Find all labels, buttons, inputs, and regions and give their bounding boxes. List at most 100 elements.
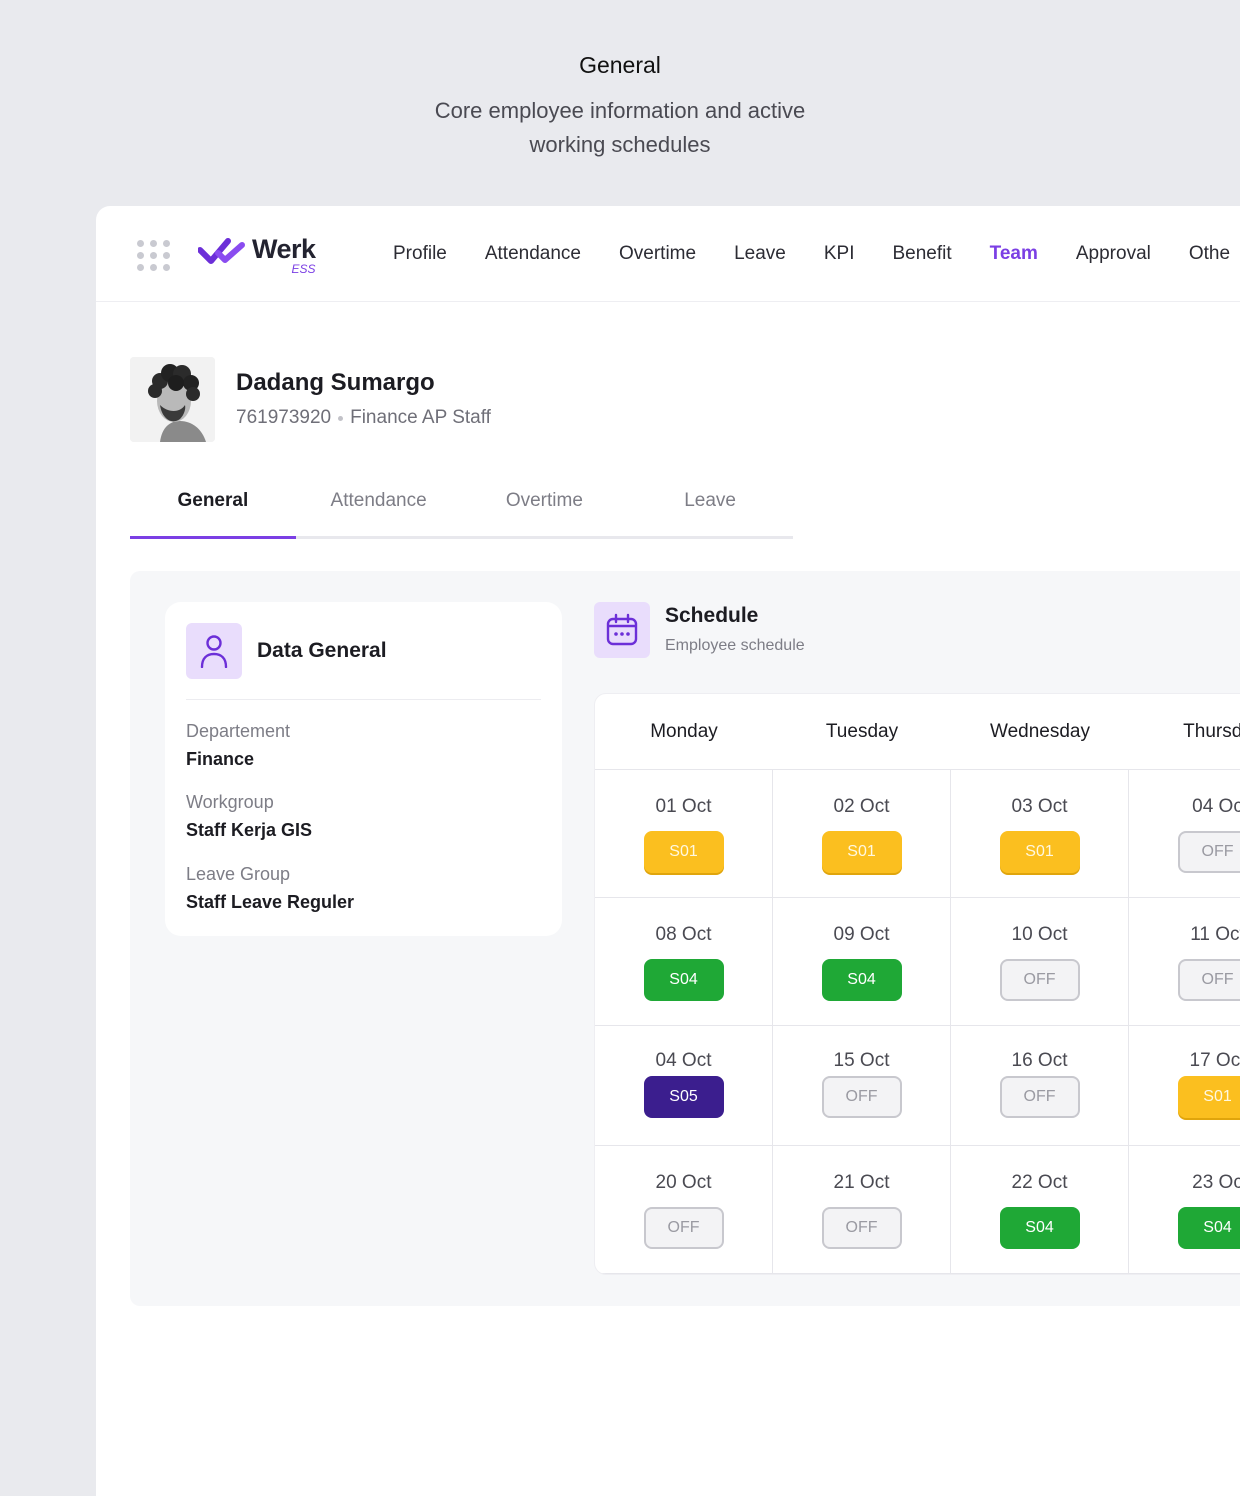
field-department: Departement Finance: [186, 721, 290, 770]
employee-profile: Dadang Sumargo 761973920 Finance AP Staf…: [130, 357, 491, 442]
calendar-day-cell[interactable]: 23 Oc S04: [1129, 1146, 1240, 1273]
calendar-day-cell[interactable]: 01 Oct S01: [595, 770, 773, 897]
field-leave-group: Leave Group Staff Leave Reguler: [186, 864, 354, 913]
day-header: Monday: [650, 720, 718, 742]
day-date: 04 Oct: [655, 1050, 712, 1071]
top-navbar: Werk ESS Profile Attendance Overtime Lea…: [96, 206, 1240, 302]
day-date: 23 Oc: [1192, 1172, 1240, 1193]
shift-badge[interactable]: S04: [999, 1207, 1080, 1249]
field-value: Finance: [186, 749, 255, 769]
calendar-day-cell[interactable]: 02 Oct S01: [773, 770, 951, 897]
calendar-header-row: Monday Tuesday Wednesday Thursda: [595, 694, 1240, 770]
schedule-subtitle: Employee schedule: [665, 637, 805, 654]
data-general-title: Data General: [257, 639, 387, 662]
calendar-day-cell[interactable]: 21 Oct OFF: [773, 1146, 951, 1273]
field-workgroup: Workgroup Staff Kerja GIS: [186, 792, 312, 841]
calendar-day-cell[interactable]: 11 Oct OFF: [1129, 898, 1240, 1025]
day-date: 20 Oct: [655, 1172, 712, 1193]
werk-logo[interactable]: Werk ESS: [198, 233, 316, 276]
shift-badge[interactable]: OFF: [821, 1207, 902, 1249]
nav-item-approval[interactable]: Approval: [1076, 240, 1151, 268]
calendar-week-row: 04 Oct S05 15 Oct OFF 16 Oct OFF 17 Oct S01: [595, 1026, 1240, 1146]
field-label: Leave Group: [186, 864, 291, 884]
intro-title: General: [579, 52, 661, 78]
app-grid-icon[interactable]: [137, 240, 170, 271]
nav-item-benefit[interactable]: Benefit: [892, 240, 951, 268]
day-header: Tuesday: [825, 720, 899, 742]
shift-badge[interactable]: S01: [821, 831, 902, 873]
shift-badge[interactable]: OFF: [821, 1076, 902, 1118]
calendar-week-row: 08 Oct S04 09 Oct S04 10 Oct OFF 11 Oct OFF: [595, 898, 1240, 1026]
shift-badge[interactable]: S01: [643, 831, 724, 873]
shift-badge[interactable]: OFF: [1177, 831, 1240, 873]
calendar-week-row: 01 Oct S01 02 Oct S01 03 Oct S01 04 Oc OFF: [595, 770, 1240, 898]
card-divider: [186, 699, 541, 700]
shift-badge[interactable]: S01: [1177, 1076, 1240, 1118]
avatar-portrait-icon: [130, 357, 215, 442]
schedule-calendar: Monday Tuesday Wednesday Thursda 01 Oct S…: [594, 693, 1240, 1275]
shift-badge[interactable]: OFF: [643, 1207, 724, 1249]
calendar-day-cell[interactable]: 15 Oct OFF: [773, 1026, 951, 1145]
calendar-day-cell[interactable]: 10 Oct OFF: [951, 898, 1129, 1025]
schedule-header: Schedule Employee schedule: [594, 602, 805, 658]
field-value: Staff Leave Reguler: [186, 892, 355, 912]
employee-position: Finance AP Staff: [350, 407, 491, 428]
day-date: 11 Oct: [1190, 924, 1240, 945]
employee-id: 761973920: [236, 407, 332, 428]
field-value: Staff Kerja GIS: [186, 820, 313, 840]
field-label: Departement: [186, 721, 291, 741]
calendar-day-cell[interactable]: 22 Oct S04: [951, 1146, 1129, 1273]
calendar-day-cell[interactable]: 04 Oct S05: [595, 1026, 773, 1145]
nav-item-profile[interactable]: Profile: [393, 240, 447, 268]
nav-item-leave[interactable]: Leave: [734, 240, 786, 268]
day-date: 04 Oc: [1192, 796, 1240, 817]
day-date: 22 Oct: [1011, 1172, 1068, 1193]
shift-badge[interactable]: S04: [1177, 1207, 1240, 1249]
tab-overtime[interactable]: Overtime: [462, 481, 628, 536]
day-date: 02 Oct: [833, 796, 890, 817]
calendar-icon: [594, 602, 650, 658]
tab-general[interactable]: General: [130, 481, 296, 539]
dot-separator: [338, 415, 344, 421]
day-date: 09 Oct: [833, 924, 890, 945]
shift-badge[interactable]: S04: [821, 959, 902, 1001]
calendar-day-cell[interactable]: 03 Oct S01: [951, 770, 1129, 897]
tab-attendance[interactable]: Attendance: [296, 481, 462, 536]
shift-badge[interactable]: OFF: [1177, 959, 1240, 1001]
shift-badge[interactable]: S05: [643, 1076, 724, 1118]
employee-meta: 761973920 Finance AP Staff: [236, 407, 491, 429]
shift-badge[interactable]: OFF: [999, 1076, 1080, 1118]
profile-tabs: General Attendance Overtime Leave: [130, 481, 793, 539]
calendar-day-cell[interactable]: 08 Oct S04: [595, 898, 773, 1025]
intro-subtitle: Core employee information and active wor…: [434, 98, 806, 157]
calendar-day-cell[interactable]: 20 Oct OFF: [595, 1146, 773, 1273]
field-label: Workgroup: [186, 792, 274, 812]
nav-item-attendance[interactable]: Attendance: [485, 240, 581, 268]
day-date: 15 Oct: [833, 1050, 890, 1071]
tab-leave[interactable]: Leave: [627, 481, 793, 536]
day-date: 03 Oct: [1011, 796, 1068, 817]
avatar: [130, 357, 215, 442]
app-window: Werk ESS Profile Attendance Overtime Lea…: [96, 206, 1240, 1496]
day-date: 21 Oct: [833, 1172, 890, 1193]
checkmark-logo-icon: [198, 238, 245, 264]
data-general-card: Data General Departement Finance Workgro…: [165, 602, 562, 936]
day-date: 08 Oct: [655, 924, 712, 945]
general-content: Data General Departement Finance Workgro…: [130, 571, 1240, 1306]
nav-item-other[interactable]: Othe: [1189, 240, 1230, 268]
shift-badge[interactable]: S04: [643, 959, 724, 1001]
shift-badge[interactable]: S01: [999, 831, 1080, 873]
calendar-day-cell[interactable]: 17 Oct S01: [1129, 1026, 1240, 1145]
nav-item-overtime[interactable]: Overtime: [619, 240, 696, 268]
shift-badge[interactable]: OFF: [999, 959, 1080, 1001]
day-date: 10 Oct: [1011, 924, 1068, 945]
logo-word: Werk: [252, 234, 316, 264]
calendar-day-cell[interactable]: 04 Oc OFF: [1129, 770, 1240, 897]
calendar-day-cell[interactable]: 16 Oct OFF: [951, 1026, 1129, 1145]
intro-section: General Core employee information and ac…: [0, 52, 1240, 162]
nav-item-kpi[interactable]: KPI: [824, 240, 855, 268]
calendar-day-cell[interactable]: 09 Oct S04: [773, 898, 951, 1025]
logo-sub: ESS: [291, 262, 316, 276]
employee-name: Dadang Sumargo: [236, 369, 435, 396]
nav-item-team[interactable]: Team: [990, 240, 1038, 268]
